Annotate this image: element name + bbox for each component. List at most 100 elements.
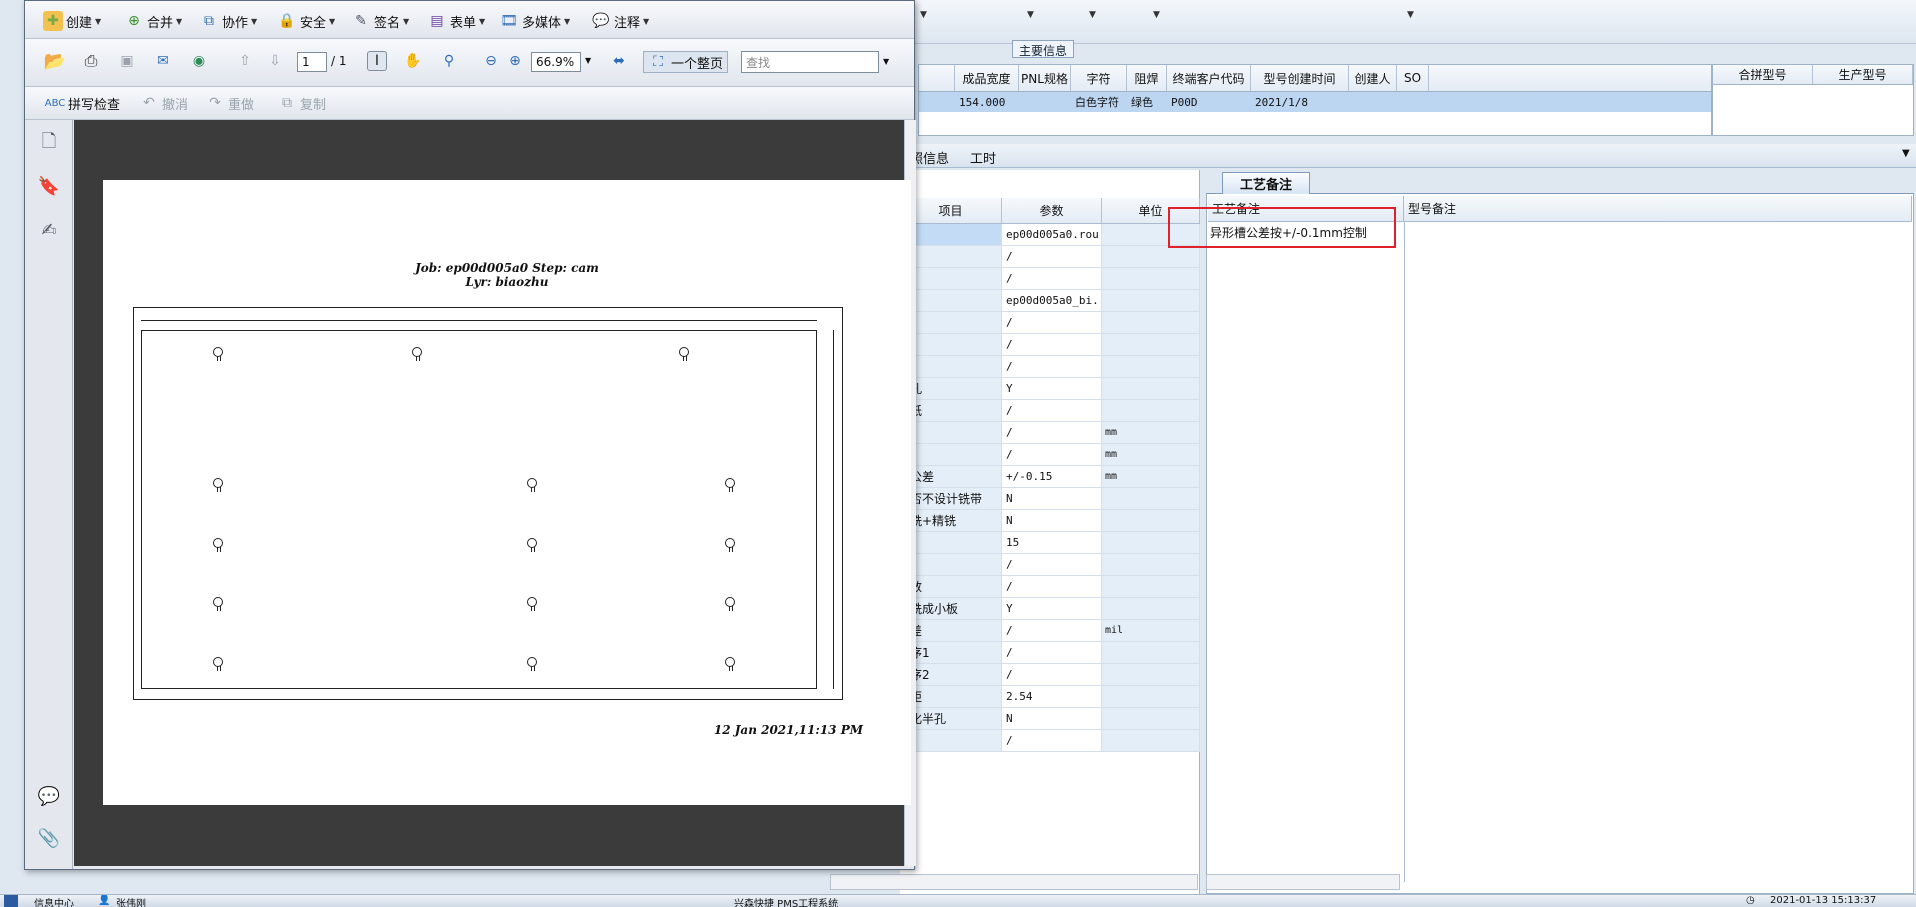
table-cell[interactable] [1102,290,1200,311]
tab-hours[interactable]: 工时 [970,148,996,167]
chevron-down-icon[interactable]: ▼ [1027,10,1034,20]
collaborate-button[interactable]: ⧉ 协作 ▼ [199,11,257,31]
chevron-down-icon[interactable]: ▼ [920,10,927,20]
table-cell[interactable] [1102,356,1200,377]
zoom-in-icon[interactable]: ⊕ [505,51,525,71]
table-cell[interactable]: mil [1102,620,1200,641]
fit-width-icon[interactable]: ⬌ [609,51,629,71]
table-cell[interactable]: / [1002,730,1102,751]
column-header[interactable]: 字符 [1071,65,1127,91]
column-header[interactable]: 参数 [1002,198,1102,223]
table-cell[interactable]: / [1002,334,1102,355]
table-row[interactable]: / [900,554,1200,576]
table-cell[interactable]: 绿色 [1127,92,1167,112]
table-cell[interactable]: / [1002,554,1102,575]
table-cell[interactable] [1102,708,1200,729]
chevron-down-icon[interactable]: ▼ [585,56,591,65]
bookmarks-icon[interactable]: 🔖 [37,174,61,198]
email-icon[interactable]: ✉ [153,51,173,71]
table-row[interactable]: / [900,334,1200,356]
table-cell[interactable] [1102,510,1200,531]
table-cell[interactable] [1102,642,1200,663]
table-row[interactable]: 数 / [900,576,1200,598]
forms-button[interactable]: ▤ 表单 ▼ [427,11,485,31]
table-row[interactable]: 铣成小板 Y [900,598,1200,620]
table-row[interactable]: 化半孔 N [900,708,1200,730]
table-cell[interactable]: / [1002,642,1102,663]
table-cell[interactable] [1102,576,1200,597]
table-cell[interactable] [1102,554,1200,575]
table-cell[interactable]: ep00d005a0.rou [1002,224,1102,245]
comment-button[interactable]: 💬 注释 ▼ [591,11,649,31]
table-cell[interactable] [1102,686,1200,707]
horizontal-scrollbar[interactable] [1206,874,1400,890]
horizontal-scrollbar[interactable] [830,874,1198,890]
table-cell[interactable]: Y [1002,598,1102,619]
table-cell[interactable]: / [1002,422,1102,443]
page-number-input[interactable]: 1 [297,52,327,72]
zoom-tool-icon[interactable]: ⚲ [439,51,459,71]
table-cell[interactable] [1102,246,1200,267]
table-cell[interactable] [1102,730,1200,751]
table-row[interactable]: 否不设计铣带 N [900,488,1200,510]
table-row[interactable]: 序1/ [900,642,1200,664]
arrow-up-icon[interactable]: ⇧ [235,51,255,71]
attachment-icon[interactable]: 📎 [37,826,61,850]
table-cell[interactable] [1102,312,1200,333]
table-row[interactable]: / [900,356,1200,378]
table-cell[interactable] [1102,598,1200,619]
search-input[interactable]: 查找 [741,51,879,73]
table-cell[interactable]: Y [1002,378,1102,399]
table-row[interactable]: ep00d005a0.rou [900,224,1200,246]
table-row[interactable]: 154.000 白色字符 绿色 P00D 2021/1/8 [919,92,1711,112]
comments-icon[interactable]: 💬 [37,784,61,808]
column-header[interactable]: 创建人 [1349,65,1397,91]
table-cell[interactable]: 154.000 [955,92,1019,112]
table-cell[interactable]: 白色字符 [1071,92,1127,112]
table-cell[interactable] [1102,334,1200,355]
table-row[interactable]: 序2/ [900,664,1200,686]
table-row[interactable]: 纸 / [900,400,1200,422]
table-cell[interactable]: / [1002,268,1102,289]
zoom-out-icon[interactable]: ⊖ [481,51,501,71]
column-header[interactable]: 成品宽度 [955,65,1019,91]
pages-icon[interactable]: 🗋 [37,131,61,156]
table-cell[interactable]: 15 [1002,532,1102,553]
column-header[interactable]: 合拼型号 [1713,65,1813,84]
table-row[interactable]: 公差 +/-0.15 mm [900,466,1200,488]
table-cell[interactable]: / [1002,444,1102,465]
spell-check-button[interactable]: ABC 拼写检查 [45,93,120,113]
redo-button[interactable]: ↷ 重做 [205,93,254,113]
share-icon[interactable]: ◉ [189,51,209,71]
table-row[interactable]: / [900,730,1200,752]
table-cell[interactable]: 2021/1/8 [1251,92,1349,112]
column-header[interactable]: SO [1397,65,1429,91]
table-cell[interactable]: / [1002,620,1102,641]
table-row[interactable]: / [900,268,1200,290]
copy-button[interactable]: ⧉ 复制 [277,93,326,113]
table-cell[interactable]: N [1002,488,1102,509]
table-cell[interactable]: P00D [1167,92,1251,112]
table-cell[interactable] [1102,664,1200,685]
table-cell[interactable]: ep00d005a0_bi... [1002,290,1102,311]
table-cell[interactable]: 2.54 [1002,686,1102,707]
table-row[interactable]: ep00d005a0_bi... [900,290,1200,312]
table-row[interactable]: / [900,246,1200,268]
select-tool-icon[interactable]: I [367,51,387,71]
table-row[interactable]: 距 2.54 [900,686,1200,708]
save-icon[interactable]: ▣ [117,51,137,71]
table-cell[interactable]: / [1002,664,1102,685]
sign-button[interactable]: ✎ 签名 ▼ [351,11,409,31]
tab-craft-remarks[interactable]: 工艺备注 [1222,172,1310,194]
table-cell[interactable] [1102,532,1200,553]
column-header[interactable]: 生产型号 [1813,65,1913,84]
column-header[interactable]: 阻焊 [1127,65,1167,91]
secure-button[interactable]: 🔒 安全 ▼ [277,11,335,31]
signatures-icon[interactable]: ✍ [37,218,61,242]
chevron-down-icon[interactable]: ▼ [1407,10,1414,20]
print-icon[interactable]: ⎙ [81,51,101,71]
table-cell[interactable]: / [1002,356,1102,377]
table-row[interactable]: 孔Y [900,378,1200,400]
table-cell[interactable]: / [1002,576,1102,597]
column-header-model[interactable]: 型号备注 [1404,196,1912,222]
